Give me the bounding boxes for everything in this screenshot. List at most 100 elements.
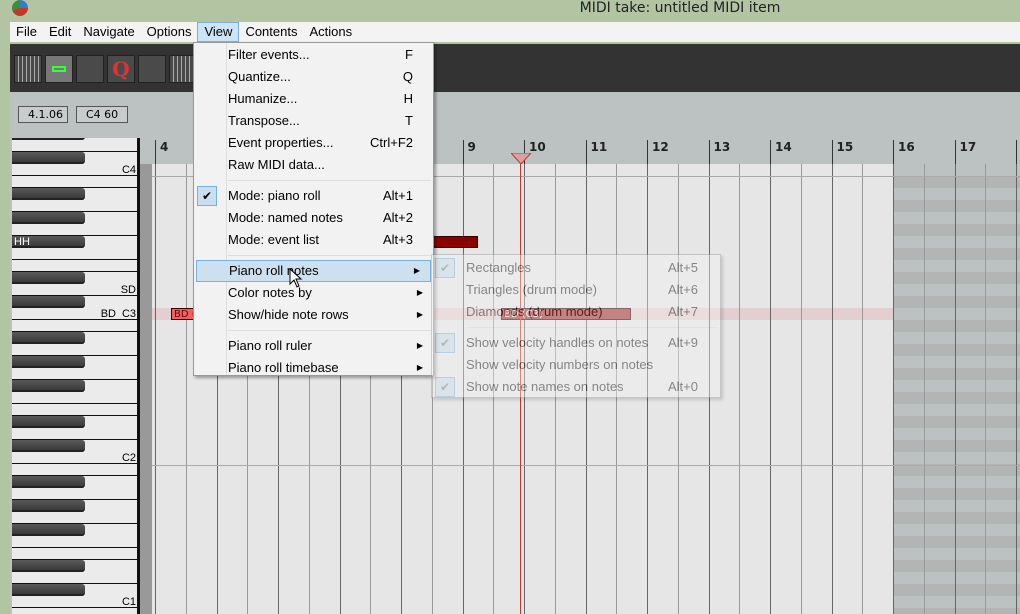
white-key[interactable] [12,176,137,188]
bar-number-12[interactable]: 12 [647,140,669,164]
grid-line [954,164,956,614]
black-key[interactable] [12,560,85,572]
white-key[interactable] [12,608,137,614]
view-menu: Filter events... F Quantize... Q Humanize...… [193,42,434,376]
white-key[interactable] [12,596,137,608]
midi-note[interactable] [433,236,478,248]
window-title: MIDI take: untitled MIDI item [579,0,781,16]
menu-item-mode-piano-roll[interactable]: ✔ Mode: piano roll Alt+1 [194,185,433,207]
black-key[interactable] [12,584,85,596]
menu-item-show-velocity-numbers-on-notes[interactable]: Show velocity numbers on notes [432,354,720,376]
color-notes-icon[interactable] [76,55,104,83]
black-key[interactable] [12,380,85,392]
white-key[interactable] [12,344,137,356]
menu-item-raw-midi-data[interactable]: Raw MIDI data... [194,154,433,176]
white-key[interactable] [12,248,137,260]
black-key[interactable] [12,476,85,488]
white-key[interactable] [12,140,137,152]
bar-number-18[interactable]: 18 [1016,140,1020,164]
menu-item-quantize[interactable]: Quantize... Q [194,66,433,88]
note-display[interactable]: C4 60 [76,106,128,123]
white-key[interactable] [12,392,137,404]
info-bar: 4.1.06 C4 60 [10,92,1020,138]
menu-navigate[interactable]: Navigate [77,22,140,42]
black-key[interactable] [12,152,85,164]
bar-number-14[interactable]: 14 [770,140,792,164]
white-key[interactable] [12,284,137,296]
quantize-icon[interactable]: Q [107,55,135,83]
bar-number-11[interactable]: 11 [585,140,607,164]
black-key[interactable] [12,296,85,308]
piano-roll-icon[interactable] [45,55,73,83]
menu-item-mode-named-notes[interactable]: Mode: named notes Alt+2 [194,207,433,229]
black-key[interactable] [12,416,85,428]
white-key[interactable] [12,512,137,524]
bar-number-13[interactable]: 13 [708,140,730,164]
piano-keyboard[interactable]: C4 C3 C2 C1 SD BD HH [10,138,140,614]
menu-view[interactable]: View [197,22,240,42]
white-key[interactable] [12,548,137,560]
white-key[interactable] [12,260,137,272]
black-key[interactable] [12,524,85,536]
white-key[interactable] [12,164,137,176]
white-key[interactable] [12,452,137,464]
menu-item-show-hide-note-rows[interactable]: Show/hide note rows ▶ [194,304,433,326]
octave-label: C3 [121,308,136,320]
white-key[interactable] [12,488,137,500]
bar-number-4[interactable]: 4 [155,140,168,164]
white-key[interactable] [12,572,137,584]
menu-item-piano-roll-notes[interactable]: Piano roll notes ▶ [196,260,431,282]
bar-number-17[interactable]: 17 [954,140,976,164]
cc-lanes-icon[interactable] [138,55,166,83]
bar-number-16[interactable]: 16 [893,140,915,164]
white-key[interactable] [12,428,137,440]
grid-line [893,164,894,614]
menu-file[interactable]: File [10,22,43,42]
menu-item-humanize[interactable]: Humanize... H [194,88,433,110]
bar-number-9[interactable]: 9 [462,140,476,164]
menu-edit[interactable]: Edit [43,22,77,42]
black-key[interactable] [12,332,85,344]
black-key[interactable] [12,212,85,224]
menu-item-shortcut: Alt+0 [668,379,698,394]
black-key[interactable] [12,272,85,284]
menu-item-transpose[interactable]: Transpose... T [194,110,433,132]
black-key[interactable] [12,500,85,512]
menu-item-triangles-drum-mode[interactable]: Triangles (drum mode) Alt+6 [432,279,720,301]
black-key[interactable] [12,188,85,200]
black-key[interactable] [12,440,85,452]
menu-item-event-properties[interactable]: Event properties... Ctrl+F2 [194,132,433,154]
black-key[interactable] [12,138,85,140]
black-key[interactable] [12,356,85,368]
menu-item-show-velocity-handles-on-notes[interactable]: ✔ Show velocity handles on notes Alt+9 [432,332,720,354]
menu-contents[interactable]: Contents [239,22,303,42]
menu-item-color-notes-by[interactable]: Color notes by ▶ [194,282,433,304]
menu-separator [466,327,718,328]
menu-item-diamonds-drum-mode[interactable]: Diamonds (drum mode) Alt+7 [432,301,720,323]
white-key[interactable] [12,536,137,548]
white-key[interactable] [12,308,137,320]
event-list-icon[interactable] [14,55,42,83]
white-key[interactable] [12,404,137,416]
menu-item-piano-roll-ruler[interactable]: Piano roll ruler ▶ [194,335,433,357]
white-key[interactable] [12,464,137,476]
checkmark-icon: ✔ [435,333,455,353]
menu-actions[interactable]: Actions [303,22,358,42]
menu-item-piano-roll-timebase[interactable]: Piano roll timebase ▶ [194,357,433,379]
checkmark-icon: ✔ [197,186,217,206]
white-key[interactable] [12,320,137,332]
menu-item-filter-events[interactable]: Filter events... F [194,44,433,66]
menu-item-mode-event-list[interactable]: Mode: event list Alt+3 [194,229,433,251]
position-display[interactable]: 4.1.06 [18,106,68,123]
keyboard-edge [140,164,152,614]
playhead-marker-icon[interactable] [511,153,531,164]
white-key[interactable] [12,224,137,236]
white-key[interactable] [12,368,137,380]
menu-options[interactable]: Options [141,22,198,42]
menu-item-rectangles[interactable]: ✔ Rectangles Alt+5 [432,257,720,279]
menu-bar: File Edit Navigate Options View Contents Actio… [10,22,1020,42]
menu-item-show-note-names-on-notes[interactable]: ✔ Show note names on notes Alt+0 [432,376,720,398]
grid-line [862,164,864,614]
bar-number-15[interactable]: 15 [831,140,853,164]
white-key[interactable] [12,200,137,212]
